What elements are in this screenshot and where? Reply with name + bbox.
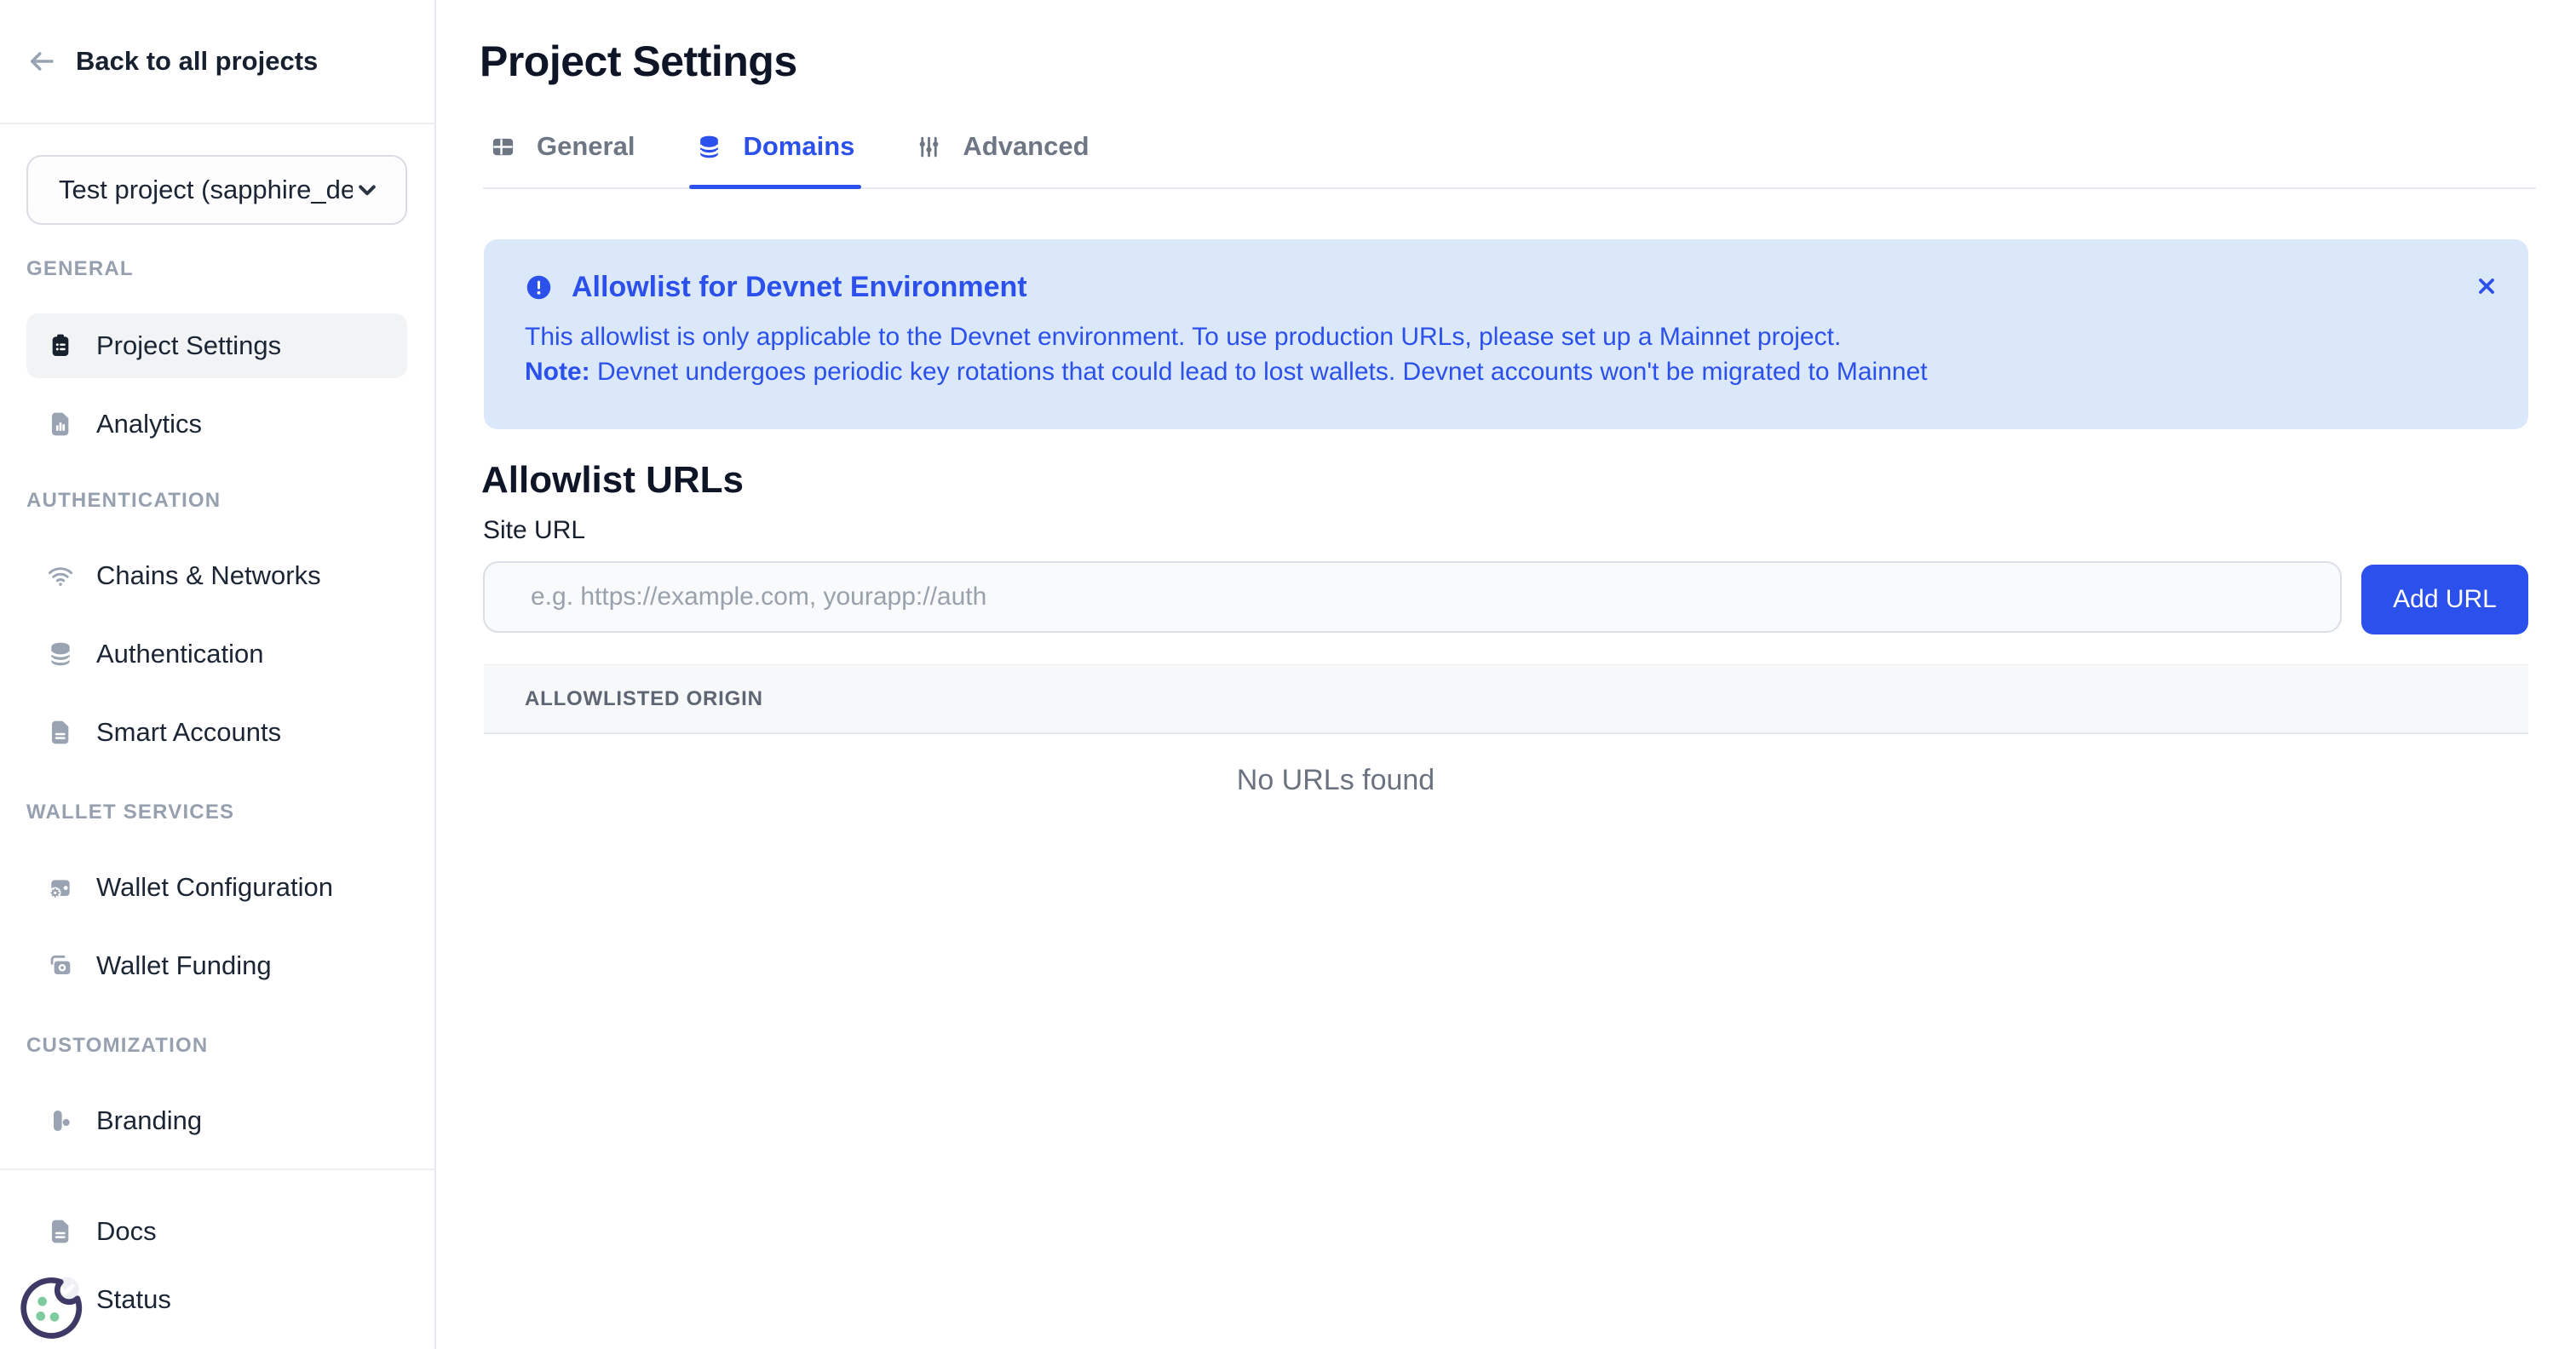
paint-icon — [47, 1107, 74, 1134]
sidebar-item-label: Analytics — [96, 409, 202, 439]
close-icon[interactable] — [2472, 272, 2501, 301]
banner-line-2: Note: Devnet undergoes periodic key rota… — [525, 354, 2487, 389]
main-content: Project Settings General Domains Advance… — [436, 0, 2576, 1349]
document-icon — [47, 719, 74, 746]
sidebar-item-label: Authentication — [96, 639, 263, 669]
back-to-projects-button[interactable]: Back to all projects — [26, 46, 318, 77]
project-selector-value: Test project (sapphire_de — [59, 175, 353, 205]
sidebar-item-project-settings[interactable]: Project Settings — [26, 313, 407, 378]
section-label-wallet-services: WALLET SERVICES — [26, 801, 407, 824]
grid-icon — [490, 134, 516, 160]
sidebar-item-label: Wallet Funding — [96, 950, 272, 981]
chevron-down-icon — [353, 175, 382, 204]
section-label-authentication: AUTHENTICATION — [26, 489, 407, 513]
database-icon — [47, 640, 74, 668]
site-url-label: Site URL — [483, 516, 2536, 545]
tab-label: Domains — [743, 131, 854, 162]
banner-note-text: Devnet undergoes periodic key rotations … — [590, 358, 1928, 386]
sliders-icon — [916, 134, 942, 160]
sidebar-item-smart-accounts[interactable]: Smart Accounts — [26, 700, 407, 765]
document-icon — [47, 1218, 74, 1245]
back-label: Back to all projects — [76, 46, 318, 77]
sidebar-item-label: Project Settings — [96, 330, 281, 361]
sidebar-item-chains-networks[interactable]: Chains & Networks — [26, 543, 407, 608]
empty-state-text: No URLs found — [1237, 764, 1435, 796]
sidebar-item-branding[interactable]: Branding — [26, 1088, 407, 1153]
sidebar-item-wallet-configuration[interactable]: Wallet Configuration — [26, 855, 407, 920]
site-url-input[interactable] — [483, 561, 2342, 633]
tab-label: General — [537, 131, 635, 162]
sidebar-item-analytics[interactable]: Analytics — [26, 392, 407, 456]
alert-circle-icon — [525, 273, 553, 301]
tab-advanced[interactable]: Advanced — [909, 131, 1095, 187]
devnet-allowlist-banner: Allowlist for Devnet Environment This al… — [484, 239, 2528, 429]
sidebar-item-wallet-funding[interactable]: Wallet Funding — [26, 933, 407, 998]
allowlisted-origin-column-header: ALLOWLISTED ORIGIN — [525, 687, 763, 711]
app-window: Back to all projects Test project (sapph… — [0, 0, 2576, 1349]
banner-body: This allowlist is only applicable to the… — [525, 319, 2487, 389]
tab-general[interactable]: General — [483, 131, 641, 187]
sidebar-item-label: Chains & Networks — [96, 560, 321, 591]
wifi-icon — [47, 562, 74, 589]
wallet-card-icon — [47, 952, 74, 979]
tab-label: Advanced — [963, 131, 1089, 162]
banner-title: Allowlist for Devnet Environment — [572, 271, 1027, 304]
clipboard-icon — [47, 332, 74, 359]
arrow-left-icon — [26, 46, 57, 77]
section-label-customization: CUSTOMIZATION — [26, 1034, 407, 1058]
sidebar-item-label: Smart Accounts — [96, 717, 281, 748]
sidebar-item-docs[interactable]: Docs — [26, 1199, 407, 1264]
banner-note-label: Note: — [525, 358, 590, 386]
project-selector[interactable]: Test project (sapphire_de — [26, 155, 407, 225]
sidebar-item-authentication[interactable]: Authentication — [26, 622, 407, 686]
url-entry-row: Add URL — [483, 561, 2536, 634]
section-label-general: GENERAL — [26, 257, 407, 281]
banner-title-row: Allowlist for Devnet Environment — [525, 272, 2487, 302]
sidebar-item-label: Branding — [96, 1105, 202, 1136]
page-title: Project Settings — [480, 37, 2536, 85]
tab-domains[interactable]: Domains — [689, 131, 861, 187]
tab-bar: General Domains Advanced — [483, 119, 2536, 189]
banner-line-1: This allowlist is only applicable to the… — [525, 319, 2487, 354]
sidebar-item-label: Docs — [96, 1216, 157, 1247]
sidebar: Back to all projects Test project (sapph… — [0, 0, 436, 1349]
add-url-button[interactable]: Add URL — [2361, 565, 2528, 634]
file-chart-icon — [47, 410, 74, 438]
allowlist-urls-heading: Allowlist URLs — [481, 458, 2536, 502]
empty-state: No URLs found — [484, 765, 2188, 795]
cookie-consent-icon[interactable] — [15, 1266, 94, 1349]
sidebar-header: Back to all projects — [0, 0, 434, 124]
allowlist-table-header: ALLOWLISTED ORIGIN — [484, 664, 2528, 734]
sidebar-nav: Test project (sapphire_de GENERAL Projec… — [0, 124, 434, 1168]
sidebar-item-label: Wallet Configuration — [96, 872, 333, 903]
sidebar-item-label: Status — [96, 1284, 171, 1315]
wallet-gear-icon — [47, 874, 74, 901]
database-icon — [696, 134, 722, 160]
